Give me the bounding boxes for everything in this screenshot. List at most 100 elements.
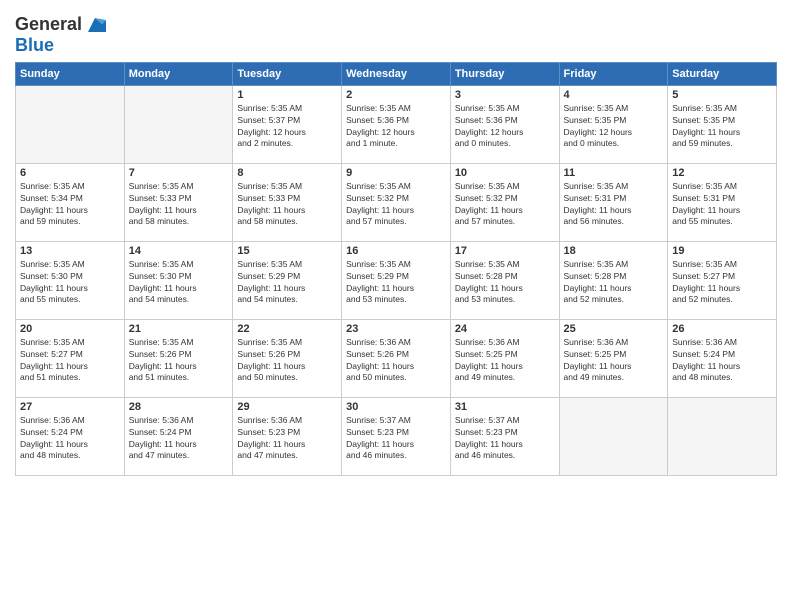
cell-info: Sunrise: 5:35 AMSunset: 5:33 PMDaylight:…	[129, 181, 229, 229]
cell-info: Sunrise: 5:35 AMSunset: 5:31 PMDaylight:…	[672, 181, 772, 229]
calendar-cell: 28 Sunrise: 5:36 AMSunset: 5:24 PMDayligh…	[124, 397, 233, 475]
day-number: 26	[672, 323, 772, 335]
calendar-cell: 19 Sunrise: 5:35 AMSunset: 5:27 PMDayligh…	[668, 241, 777, 319]
day-number: 29	[237, 401, 337, 413]
day-number: 30	[346, 401, 446, 413]
day-number: 1	[237, 89, 337, 101]
cell-info: Sunrise: 5:35 AMSunset: 5:26 PMDaylight:…	[237, 337, 337, 385]
logo-general: General	[15, 15, 82, 35]
calendar-cell: 31 Sunrise: 5:37 AMSunset: 5:23 PMDayligh…	[450, 397, 559, 475]
day-number: 13	[20, 245, 120, 257]
calendar-cell: 21 Sunrise: 5:35 AMSunset: 5:26 PMDayligh…	[124, 319, 233, 397]
cell-info: Sunrise: 5:35 AMSunset: 5:26 PMDaylight:…	[129, 337, 229, 385]
calendar-cell: 6 Sunrise: 5:35 AMSunset: 5:34 PMDaylight…	[16, 163, 125, 241]
day-number: 11	[564, 167, 664, 179]
day-number: 8	[237, 167, 337, 179]
cell-info: Sunrise: 5:35 AMSunset: 5:32 PMDaylight:…	[455, 181, 555, 229]
day-number: 4	[564, 89, 664, 101]
calendar-cell	[124, 85, 233, 163]
day-header-saturday: Saturday	[668, 62, 777, 85]
cell-info: Sunrise: 5:35 AMSunset: 5:32 PMDaylight:…	[346, 181, 446, 229]
day-number: 19	[672, 245, 772, 257]
week-row-0: 1 Sunrise: 5:35 AMSunset: 5:37 PMDaylight…	[16, 85, 777, 163]
calendar-cell: 2Sunrise: 5:35 AMSunset: 5:36 PMDaylight…	[342, 85, 451, 163]
day-number: 18	[564, 245, 664, 257]
cell-info: Sunrise: 5:37 AMSunset: 5:23 PMDaylight:…	[346, 415, 446, 463]
day-header-thursday: Thursday	[450, 62, 559, 85]
calendar-cell: 4 Sunrise: 5:35 AMSunset: 5:35 PMDaylight…	[559, 85, 668, 163]
calendar-cell: 11Sunrise: 5:35 AMSunset: 5:31 PMDayligh…	[559, 163, 668, 241]
day-number: 28	[129, 401, 229, 413]
day-header-monday: Monday	[124, 62, 233, 85]
day-number: 3	[455, 89, 555, 101]
week-row-4: 27Sunrise: 5:36 AMSunset: 5:24 PMDayligh…	[16, 397, 777, 475]
logo: General Blue	[15, 14, 106, 56]
cell-info: Sunrise: 5:35 AMSunset: 5:28 PMDaylight:…	[564, 259, 664, 307]
calendar-cell: 10 Sunrise: 5:35 AMSunset: 5:32 PMDayligh…	[450, 163, 559, 241]
cell-info: Sunrise: 5:35 AMSunset: 5:37 PMDaylight:…	[237, 103, 337, 151]
day-number: 20	[20, 323, 120, 335]
calendar-cell: 3Sunrise: 5:35 AMSunset: 5:36 PMDaylight…	[450, 85, 559, 163]
cell-info: Sunrise: 5:35 AMSunset: 5:34 PMDaylight:…	[20, 181, 120, 229]
cell-info: Sunrise: 5:35 AMSunset: 5:36 PMDaylight:…	[346, 103, 446, 151]
cell-info: Sunrise: 5:36 AMSunset: 5:24 PMDaylight:…	[129, 415, 229, 463]
page: General Blue SundayMondayTuesdayWednesda…	[0, 0, 792, 612]
calendar-cell: 26 Sunrise: 5:36 AMSunset: 5:24 PMDayligh…	[668, 319, 777, 397]
day-number: 24	[455, 323, 555, 335]
calendar-cell: 30 Sunrise: 5:37 AMSunset: 5:23 PMDayligh…	[342, 397, 451, 475]
week-row-2: 13 Sunrise: 5:35 AMSunset: 5:30 PMDayligh…	[16, 241, 777, 319]
calendar-cell: 18 Sunrise: 5:35 AMSunset: 5:28 PMDayligh…	[559, 241, 668, 319]
cell-info: Sunrise: 5:36 AMSunset: 5:25 PMDaylight:…	[564, 337, 664, 385]
calendar-cell: 5 Sunrise: 5:35 AMSunset: 5:35 PMDaylight…	[668, 85, 777, 163]
calendar-cell: 22 Sunrise: 5:35 AMSunset: 5:26 PMDayligh…	[233, 319, 342, 397]
day-number: 31	[455, 401, 555, 413]
calendar-cell: 1 Sunrise: 5:35 AMSunset: 5:37 PMDaylight…	[233, 85, 342, 163]
day-number: 23	[346, 323, 446, 335]
day-number: 5	[672, 89, 772, 101]
calendar-cell: 15 Sunrise: 5:35 AMSunset: 5:29 PMDayligh…	[233, 241, 342, 319]
day-header-wednesday: Wednesday	[342, 62, 451, 85]
calendar-cell: 25Sunrise: 5:36 AMSunset: 5:25 PMDayligh…	[559, 319, 668, 397]
header: General Blue	[15, 10, 777, 56]
day-number: 7	[129, 167, 229, 179]
logo-blue: Blue	[15, 36, 106, 56]
day-number: 9	[346, 167, 446, 179]
cell-info: Sunrise: 5:36 AMSunset: 5:24 PMDaylight:…	[672, 337, 772, 385]
cell-info: Sunrise: 5:35 AMSunset: 5:33 PMDaylight:…	[237, 181, 337, 229]
day-header-tuesday: Tuesday	[233, 62, 342, 85]
day-number: 10	[455, 167, 555, 179]
cell-info: Sunrise: 5:35 AMSunset: 5:27 PMDaylight:…	[672, 259, 772, 307]
calendar-cell: 23 Sunrise: 5:36 AMSunset: 5:26 PMDayligh…	[342, 319, 451, 397]
day-header-friday: Friday	[559, 62, 668, 85]
calendar-cell: 8 Sunrise: 5:35 AMSunset: 5:33 PMDaylight…	[233, 163, 342, 241]
day-number: 6	[20, 167, 120, 179]
cell-info: Sunrise: 5:36 AMSunset: 5:26 PMDaylight:…	[346, 337, 446, 385]
calendar-table: SundayMondayTuesdayWednesdayThursdayFrid…	[15, 62, 777, 476]
calendar-cell: 16Sunrise: 5:35 AMSunset: 5:29 PMDayligh…	[342, 241, 451, 319]
calendar-cell: 20Sunrise: 5:35 AMSunset: 5:27 PMDayligh…	[16, 319, 125, 397]
day-number: 15	[237, 245, 337, 257]
cell-info: Sunrise: 5:35 AMSunset: 5:35 PMDaylight:…	[672, 103, 772, 151]
cell-info: Sunrise: 5:35 AMSunset: 5:30 PMDaylight:…	[20, 259, 120, 307]
day-number: 22	[237, 323, 337, 335]
header-row: SundayMondayTuesdayWednesdayThursdayFrid…	[16, 62, 777, 85]
cell-info: Sunrise: 5:37 AMSunset: 5:23 PMDaylight:…	[455, 415, 555, 463]
calendar-cell: 12 Sunrise: 5:35 AMSunset: 5:31 PMDayligh…	[668, 163, 777, 241]
day-number: 12	[672, 167, 772, 179]
cell-info: Sunrise: 5:35 AMSunset: 5:35 PMDaylight:…	[564, 103, 664, 151]
calendar-cell: 27Sunrise: 5:36 AMSunset: 5:24 PMDayligh…	[16, 397, 125, 475]
cell-info: Sunrise: 5:35 AMSunset: 5:28 PMDaylight:…	[455, 259, 555, 307]
cell-info: Sunrise: 5:35 AMSunset: 5:29 PMDaylight:…	[237, 259, 337, 307]
calendar-cell: 17Sunrise: 5:35 AMSunset: 5:28 PMDayligh…	[450, 241, 559, 319]
calendar-cell: 7 Sunrise: 5:35 AMSunset: 5:33 PMDaylight…	[124, 163, 233, 241]
day-number: 16	[346, 245, 446, 257]
calendar-cell	[16, 85, 125, 163]
day-number: 14	[129, 245, 229, 257]
cell-info: Sunrise: 5:36 AMSunset: 5:24 PMDaylight:…	[20, 415, 120, 463]
logo-icon	[84, 14, 106, 36]
cell-info: Sunrise: 5:35 AMSunset: 5:30 PMDaylight:…	[129, 259, 229, 307]
week-row-1: 6 Sunrise: 5:35 AMSunset: 5:34 PMDaylight…	[16, 163, 777, 241]
calendar-cell: 14 Sunrise: 5:35 AMSunset: 5:30 PMDayligh…	[124, 241, 233, 319]
day-number: 21	[129, 323, 229, 335]
calendar-cell: 13 Sunrise: 5:35 AMSunset: 5:30 PMDayligh…	[16, 241, 125, 319]
